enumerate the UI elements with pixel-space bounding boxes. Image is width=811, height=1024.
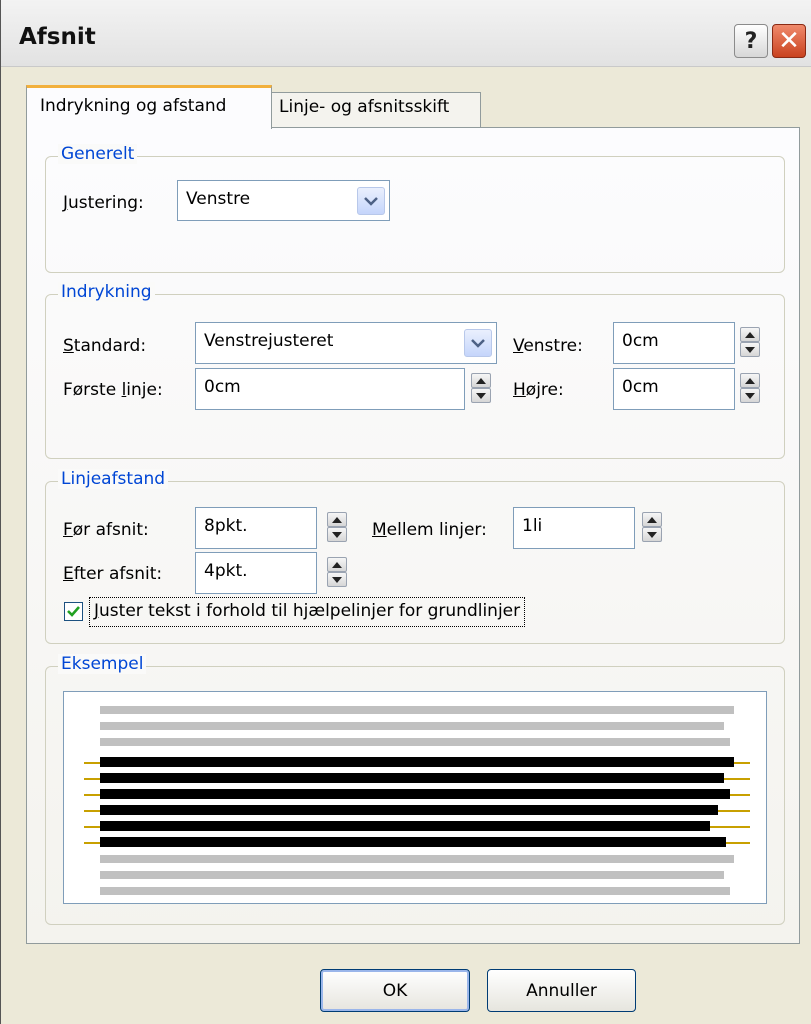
before-input[interactable]: 8pkt. xyxy=(195,507,317,549)
first-line-input[interactable]: 0cm xyxy=(195,368,465,410)
before-spinner[interactable] xyxy=(327,512,347,542)
first-line-spin-down[interactable] xyxy=(471,388,491,403)
left-value: 0cm xyxy=(622,331,659,351)
alignment-dropdown-button[interactable] xyxy=(357,187,385,215)
left-label: Venstre: xyxy=(513,336,583,356)
left-spin-up[interactable] xyxy=(740,327,760,342)
arrow-down-icon xyxy=(332,531,342,538)
spacing-legend: Linjeafstand xyxy=(58,469,169,489)
ok-button[interactable]: OK xyxy=(320,969,470,1012)
first-line-label: Første linje: xyxy=(63,380,163,400)
alignment-label: Justering: xyxy=(63,193,144,213)
arrow-up-icon xyxy=(332,561,342,568)
arrow-up-icon xyxy=(647,516,657,523)
chevron-down-icon xyxy=(364,197,378,206)
left-input[interactable]: 0cm xyxy=(613,322,735,364)
between-spin-up[interactable] xyxy=(642,512,662,527)
dialog-title: Afsnit xyxy=(19,24,96,50)
general-legend: Generelt xyxy=(58,144,138,164)
arrow-down-icon xyxy=(745,346,755,353)
arrow-up-icon xyxy=(745,331,755,338)
close-icon: ✕ xyxy=(778,26,800,56)
right-spin-down[interactable] xyxy=(740,388,760,403)
after-value: 4pkt. xyxy=(204,561,248,581)
before-value: 8pkt. xyxy=(204,516,248,536)
between-input[interactable]: 1li xyxy=(513,507,635,549)
arrow-up-icon xyxy=(745,377,755,384)
standard-label: Standard: xyxy=(63,336,147,356)
between-label: Mellem linjer: xyxy=(372,520,487,540)
title-bar[interactable]: Afsnit ? ✕ xyxy=(1,0,811,67)
example-legend: Eksempel xyxy=(58,654,147,674)
after-input[interactable]: 4pkt. xyxy=(195,552,317,594)
snap-to-grid-checkbox[interactable] xyxy=(64,602,83,621)
selected-paragraph-lines xyxy=(100,757,734,847)
left-spin-down[interactable] xyxy=(740,342,760,357)
checkmark-icon xyxy=(67,606,80,617)
close-button[interactable]: ✕ xyxy=(772,24,806,58)
snap-to-grid-label[interactable]: Juster tekst i forhold til hjælpelinjer … xyxy=(89,597,526,627)
help-button[interactable]: ? xyxy=(734,24,768,58)
arrow-up-icon xyxy=(476,377,486,384)
before-spin-up[interactable] xyxy=(327,512,347,527)
standard-value: Venstrejusteret xyxy=(204,331,334,351)
tab-line-page-breaks[interactable]: Linje- og afsnitsskift xyxy=(271,92,481,127)
first-line-spinner[interactable] xyxy=(471,373,491,403)
paragraph-preview-graphic xyxy=(84,706,750,895)
between-value: 1li xyxy=(522,516,543,536)
right-label: Højre: xyxy=(513,380,564,400)
general-group: Generelt xyxy=(45,144,785,273)
chevron-down-icon xyxy=(471,339,485,348)
after-label: Efter afsnit: xyxy=(63,564,163,584)
after-spin-down[interactable] xyxy=(327,572,347,587)
preceding-paragraph-lines xyxy=(100,706,734,746)
cancel-button[interactable]: Annuller xyxy=(487,969,636,1012)
arrow-up-icon xyxy=(332,516,342,523)
help-icon: ? xyxy=(744,28,758,54)
indent-legend: Indrykning xyxy=(58,282,155,302)
right-input[interactable]: 0cm xyxy=(613,368,735,410)
alignment-value: Venstre xyxy=(186,189,251,209)
arrow-down-icon xyxy=(647,531,657,538)
left-spinner[interactable] xyxy=(740,327,760,357)
standard-dropdown-button[interactable] xyxy=(464,329,492,357)
right-spinner[interactable] xyxy=(740,373,760,403)
first-line-value: 0cm xyxy=(204,377,241,397)
example-preview xyxy=(63,691,767,904)
right-spin-up[interactable] xyxy=(740,373,760,388)
before-spin-down[interactable] xyxy=(327,527,347,542)
tab-indent-spacing[interactable]: Indrykning og afstand xyxy=(26,85,272,129)
standard-select[interactable]: Venstrejusteret xyxy=(195,322,497,364)
following-paragraph-lines xyxy=(100,855,734,895)
arrow-down-icon xyxy=(476,392,486,399)
arrow-down-icon xyxy=(745,392,755,399)
right-value: 0cm xyxy=(622,377,659,397)
before-label: Før afsnit: xyxy=(63,520,149,540)
after-spinner[interactable] xyxy=(327,557,347,587)
after-spin-up[interactable] xyxy=(327,557,347,572)
first-line-spin-up[interactable] xyxy=(471,373,491,388)
between-spinner[interactable] xyxy=(642,512,662,542)
arrow-down-icon xyxy=(332,576,342,583)
paragraph-dialog: Afsnit ? ✕ Indrykning og afstand Linje- … xyxy=(0,0,811,1024)
between-spin-down[interactable] xyxy=(642,527,662,542)
